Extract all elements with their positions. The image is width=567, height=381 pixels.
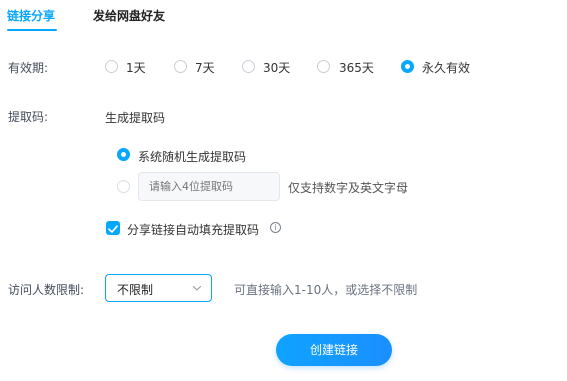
radio-button[interactable] <box>317 60 330 73</box>
tab-send-to-friends[interactable]: 发给网盘好友 <box>93 7 165 24</box>
extraction-code-label: 提取码: <box>8 110 49 124</box>
radio-button[interactable] <box>117 180 130 193</box>
visitor-limit-select[interactable]: 不限制 <box>105 274 212 302</box>
info-icon[interactable]: i <box>270 222 281 233</box>
custom-code-input[interactable] <box>138 172 280 201</box>
chevron-down-icon <box>192 285 202 291</box>
active-tab-indicator <box>7 29 57 31</box>
radio-button[interactable] <box>105 60 118 73</box>
custom-code-hint: 仅支持数字及英文字母 <box>288 181 409 195</box>
create-link-button[interactable]: 创建链接 <box>276 334 392 366</box>
validity-label: 有效期: <box>8 61 49 75</box>
radio-button[interactable] <box>174 60 187 73</box>
autofill-label: 分享链接自动填充提取码 <box>127 223 260 237</box>
radio-button-checked[interactable] <box>401 60 414 73</box>
code-mode-title: 生成提取码 <box>105 111 166 125</box>
tab-link-share[interactable]: 链接分享 <box>7 7 55 24</box>
radio-button[interactable] <box>242 60 255 73</box>
visitor-limit-hint: 可直接输入1-10人，或选择不限制 <box>234 283 418 297</box>
autofill-checkbox[interactable] <box>106 221 120 235</box>
check-icon <box>108 225 118 233</box>
radio-button-checked[interactable] <box>117 148 130 161</box>
visitor-limit-value: 不限制 <box>117 283 154 297</box>
visitor-limit-label: 访问人数限制: <box>8 283 85 297</box>
